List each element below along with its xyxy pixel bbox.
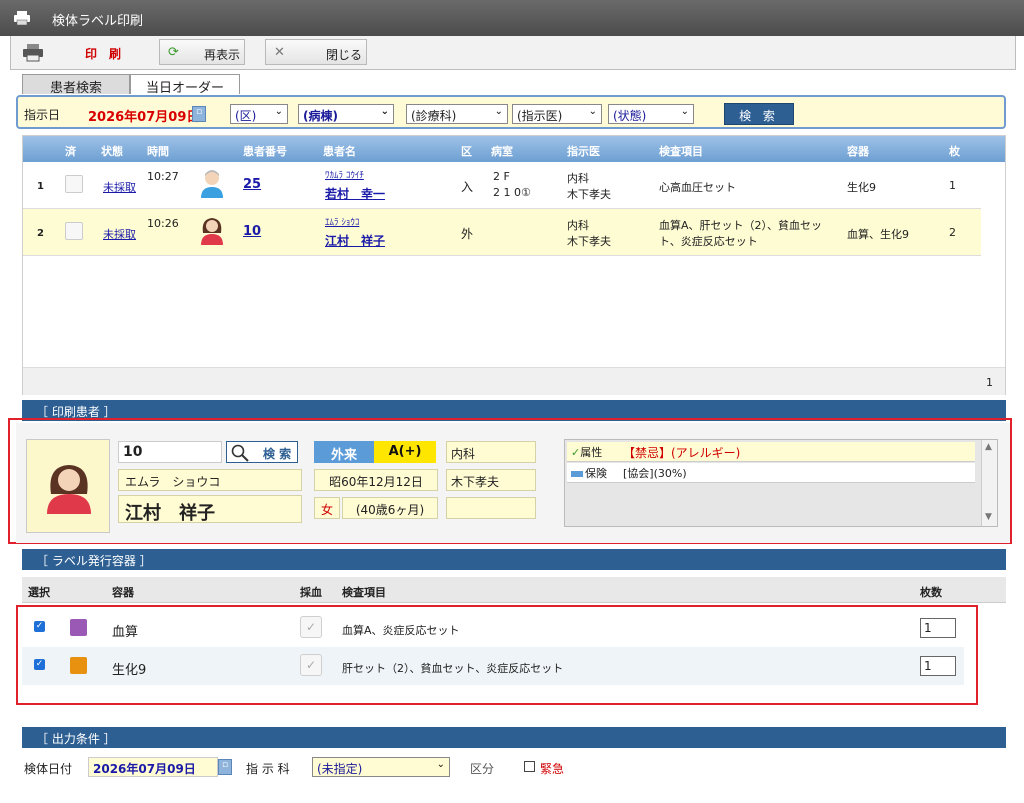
building-select[interactable]: (病棟) ⌄	[298, 104, 394, 124]
visit-type-badge: 外来	[314, 441, 374, 463]
scrollbar[interactable]: ▲ ▼	[981, 440, 997, 526]
printer-icon	[23, 44, 43, 62]
order-dept-label: 指 示 科	[246, 762, 290, 776]
table-header: 済 状態 時間 患者番号 患者名 区 病室 指示医 検査項目 容器 枚	[23, 136, 1005, 162]
search-button[interactable]: 検 索	[724, 103, 794, 125]
close-icon: ✕	[274, 45, 285, 60]
chevron-down-icon: ⌄	[680, 106, 689, 117]
done-checkbox[interactable]	[65, 175, 83, 193]
refresh-label: 再表示	[204, 48, 241, 62]
chevron-down-icon: ⌄	[436, 759, 445, 770]
refresh-icon: ⟳	[168, 45, 179, 60]
scroll-up-icon: ▲	[985, 442, 992, 452]
date-label: 指示日	[24, 108, 61, 122]
print-button[interactable]: 印 刷	[85, 45, 121, 62]
patient-dob: 昭60年12月12日	[314, 469, 438, 491]
tab-today-orders[interactable]: 当日オーダー	[130, 74, 240, 96]
output-conditions-header: ［ 出力条件 ］	[22, 727, 1006, 748]
patient-name-link[interactable]: 江村 祥子	[325, 232, 385, 249]
chevron-down-icon: ⌄	[380, 106, 389, 117]
dept-select[interactable]: (診療科) ⌄	[406, 104, 508, 124]
insurance-icon	[571, 471, 583, 477]
female-avatar-icon	[47, 465, 91, 514]
toolbar: 印 刷 ⟳ 再表示 ✕ 閉じる	[10, 36, 1016, 70]
attribute-panel: ✓属性 【禁忌】(アレルギー) 保険 [協会](30%) ▲ ▼	[564, 439, 998, 527]
record-count: 1	[986, 376, 993, 389]
patient-name: 江村 祥子	[118, 495, 302, 524]
scroll-down-icon: ▼	[985, 512, 992, 522]
close-button[interactable]: ✕ 閉じる	[265, 39, 367, 65]
category-label: 区分	[470, 762, 495, 776]
male-patient-icon	[201, 170, 223, 198]
patient-doctor: 木下孝夫	[446, 469, 536, 491]
patient-age: (40歳6ヶ月)	[342, 497, 438, 519]
check-icon: ✓	[571, 446, 581, 459]
insurance-value: [協会](30%)	[623, 467, 687, 480]
done-checkbox[interactable]	[65, 222, 83, 240]
attribute-row: ✓属性 【禁忌】(アレルギー)	[567, 442, 975, 462]
close-label: 閉じる	[326, 48, 363, 62]
patient-id-field[interactable]: 10	[118, 441, 222, 463]
status-link[interactable]: 未採取	[103, 179, 136, 195]
doctor-select[interactable]: (指示医) ⌄	[512, 104, 602, 124]
chevron-down-icon: ⌄	[494, 106, 503, 117]
search-label: 検 索	[263, 447, 292, 461]
title-bar: 検体ラベル印刷	[0, 0, 1024, 36]
patient-id-link[interactable]: 10	[243, 224, 261, 239]
urgent-label: 緊急	[540, 762, 565, 776]
chevron-down-icon: ⌄	[588, 106, 597, 117]
specimen-date-label: 検体日付	[24, 762, 73, 776]
table-footer: 1	[23, 367, 1005, 395]
patient-dept: 内科	[446, 441, 536, 463]
patient-sex: 女	[314, 497, 340, 519]
patient-kana: エムラ ショウコ	[118, 469, 302, 491]
filter-bar: 指示日 2026年07月09日 ▫ (区) ⌄ (病棟) ⌄ (診療科) ⌄ (指示医…	[16, 95, 1006, 129]
patient-search-button[interactable]: 検 索	[226, 441, 298, 463]
window-title: 検体ラベル印刷	[52, 14, 144, 29]
status-select[interactable]: (状態) ⌄	[608, 104, 694, 124]
patient-id-link[interactable]: 25	[243, 177, 261, 192]
highlight-box	[16, 605, 978, 705]
table-row[interactable]: 2 未採取 10:26 10 ｴﾑﾗ ｼｮｳｺ 江村 祥子 外 内科 木下孝夫 …	[23, 209, 981, 256]
patient-table: 済 状態 時間 患者番号 患者名 区 病室 指示医 検査項目 容器 枚 1 未採…	[22, 135, 1006, 395]
insurance-row: 保険 [協会](30%)	[567, 463, 975, 483]
search-icon	[231, 444, 249, 462]
table-header: 選択 容器 採血 検査項目 枚数	[22, 577, 1006, 603]
chevron-down-icon: ⌄	[274, 106, 283, 117]
blood-type-badge: A(+)	[374, 441, 436, 463]
attribute-value: 【禁忌】(アレルギー)	[623, 446, 741, 460]
status-link[interactable]: 未採取	[103, 226, 136, 242]
table-row[interactable]: 1 未採取 10:27 25 ﾜｶﾑﾗ ｺｳｲﾁ 若村 幸一 入 2 F 2 1…	[23, 162, 981, 209]
printer-icon	[14, 11, 30, 25]
female-patient-icon	[201, 218, 223, 245]
tab-patient-search[interactable]: 患者検索	[22, 74, 130, 96]
patient-photo	[26, 439, 110, 533]
order-dept-select[interactable]: (未指定) ⌄	[312, 757, 450, 777]
ward-select[interactable]: (区) ⌄	[230, 104, 288, 124]
patient-extra-field	[446, 497, 536, 519]
label-containers-header: ［ ラベル発行容器 ］	[22, 549, 1006, 570]
urgent-checkbox[interactable]	[524, 761, 535, 772]
calendar-icon[interactable]: ▫	[192, 106, 206, 122]
calendar-icon[interactable]: ▫	[218, 759, 232, 775]
refresh-button[interactable]: ⟳ 再表示	[159, 39, 245, 65]
print-patient-panel: 10 検 索 エムラ ショウコ 江村 祥子 外来 A(+) 昭60年12月12日…	[16, 423, 1010, 543]
specimen-date-field[interactable]: 2026年07月09日	[88, 757, 218, 777]
patient-name-link[interactable]: 若村 幸一	[325, 185, 385, 202]
